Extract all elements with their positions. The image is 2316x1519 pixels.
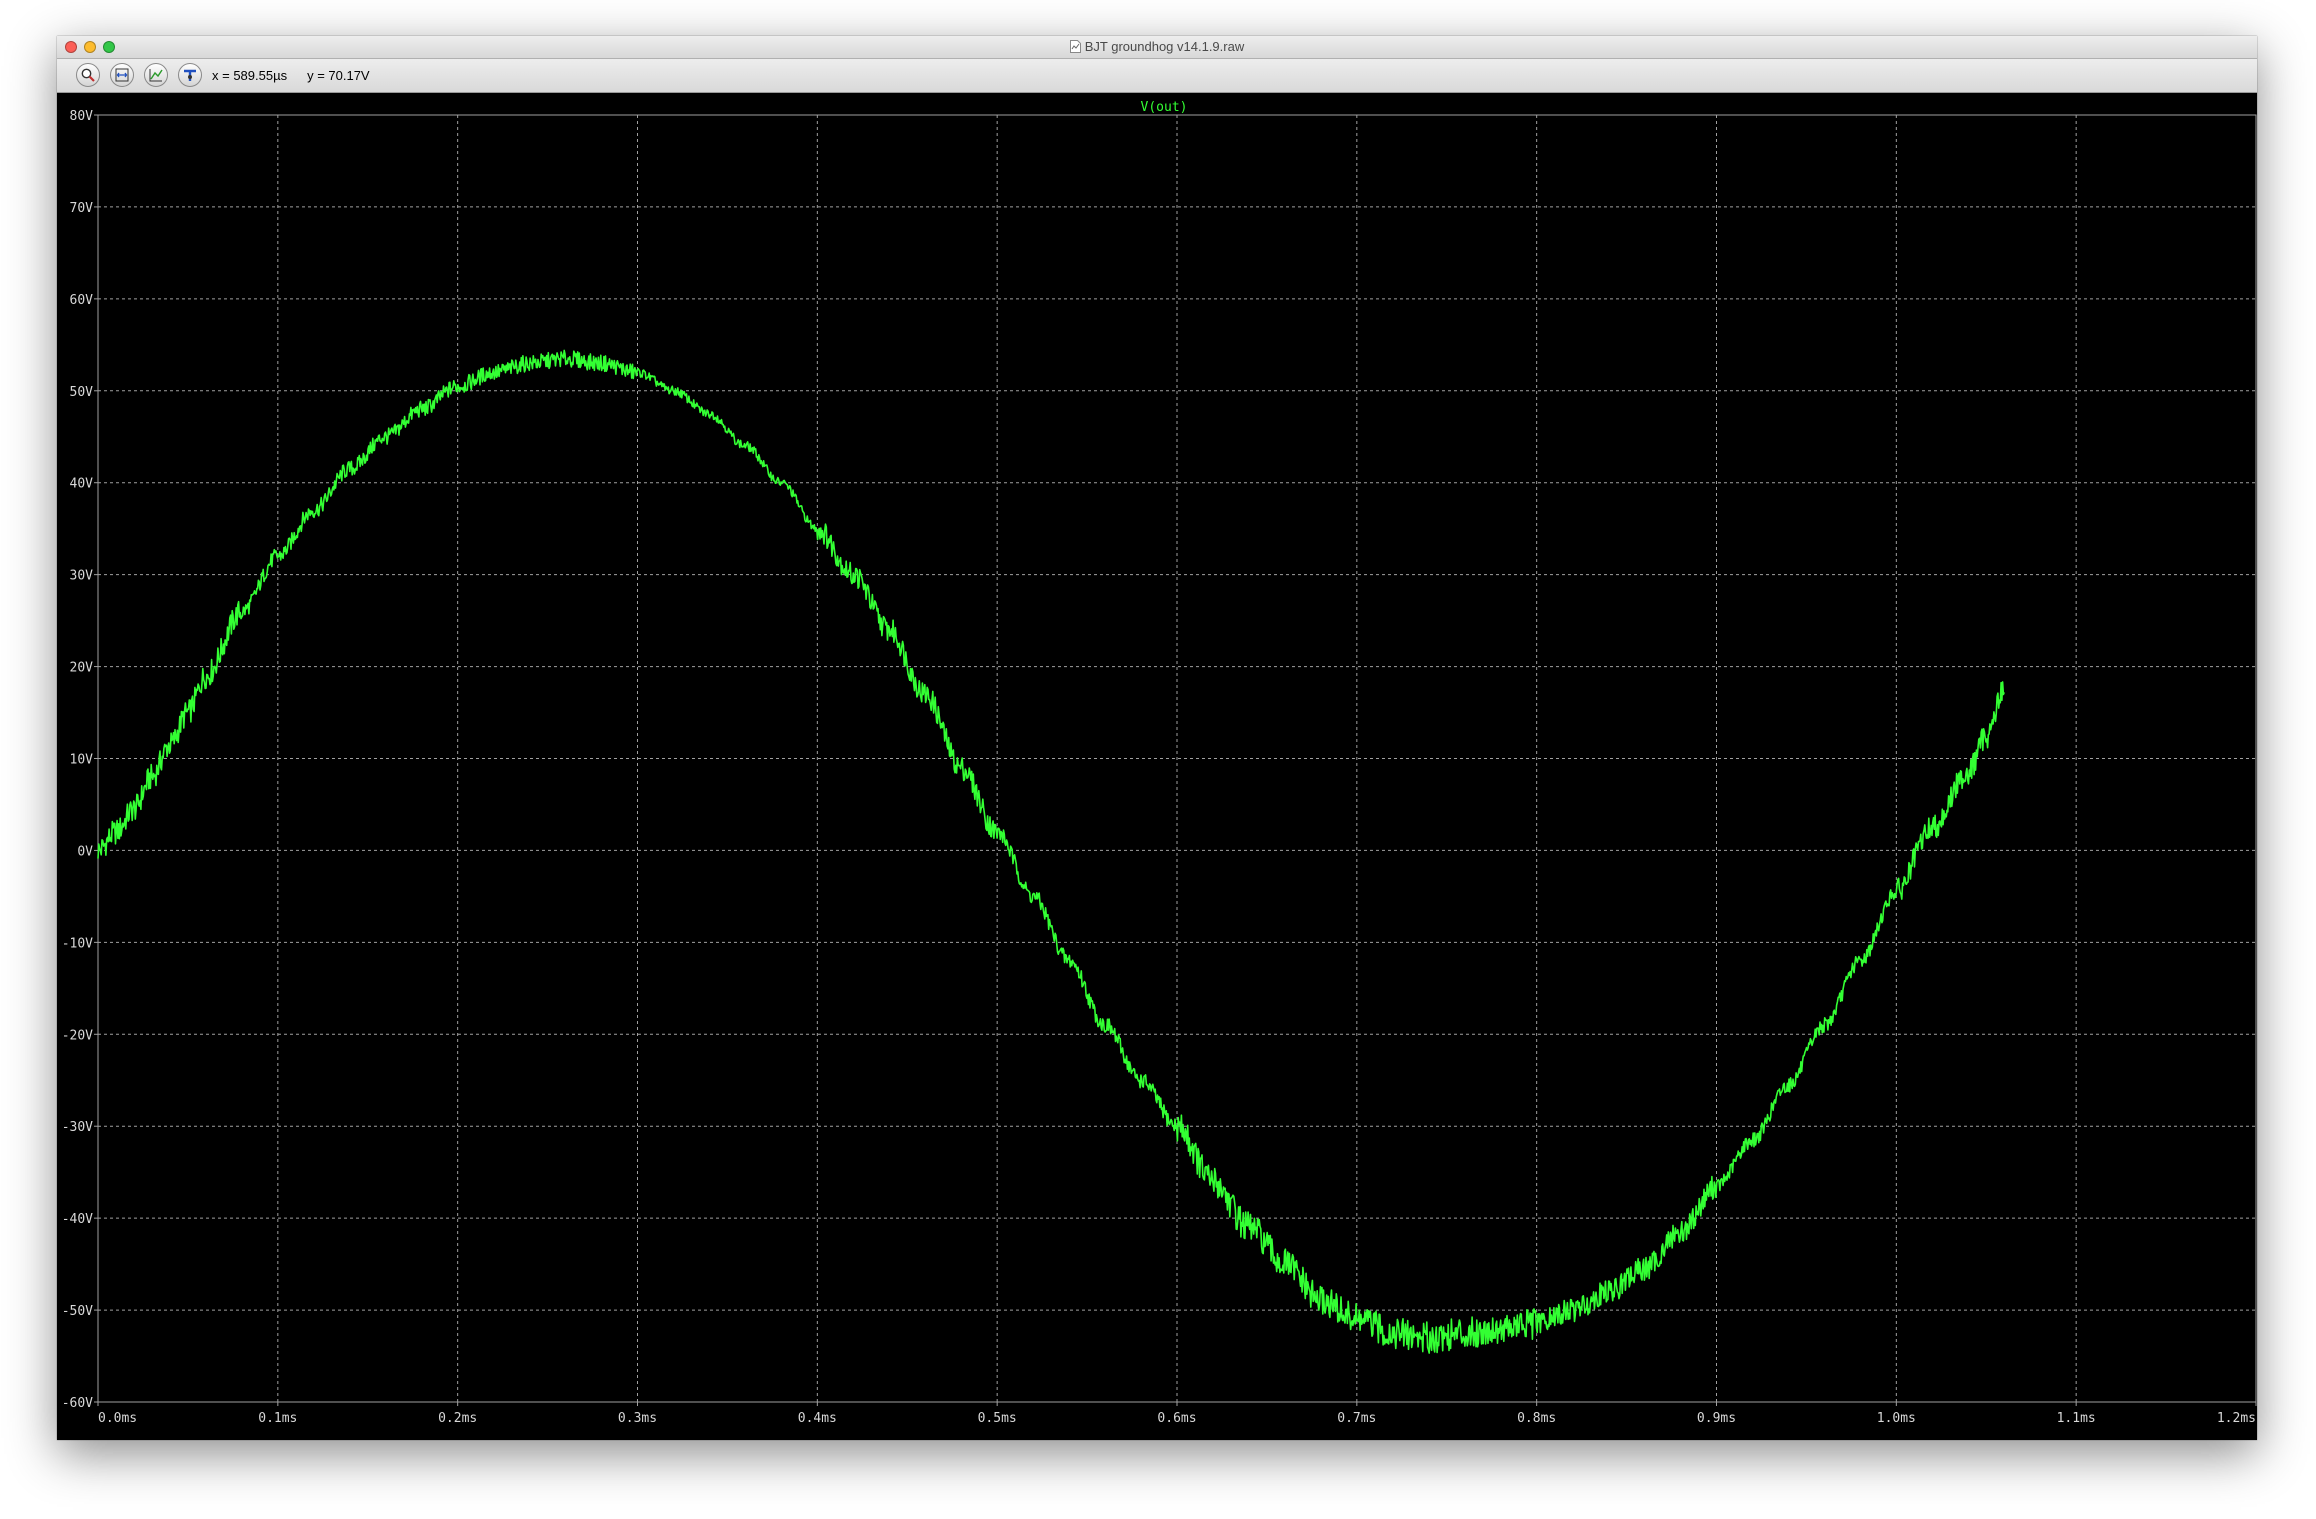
plot-area[interactable]: 80V 70V 60V 50V 40V 30V 20V 10V 0V -10V -20V -30V -4… xyxy=(57,93,2257,1440)
y-tick-label: 40V xyxy=(70,477,94,492)
x-tick-label: 0.7ms xyxy=(1337,1411,1376,1426)
plot-background xyxy=(57,93,2257,1440)
window-title-wrap: BJT groundhog v14.1.9.raw xyxy=(57,39,2257,54)
document-icon xyxy=(1069,40,1081,53)
y-tick-label: 10V xyxy=(70,753,94,768)
y-tick-label: -20V xyxy=(62,1028,93,1043)
autorange-icon[interactable] xyxy=(110,63,134,87)
y-tick-label: 20V xyxy=(70,661,94,676)
waveform-window: BJT groundhog v14.1.9.raw x = 589.55µs y … xyxy=(57,36,2257,1440)
plot-toolbar: x = 589.55µs y = 70.17V xyxy=(57,59,2257,93)
y-tick-label: 50V xyxy=(70,385,94,400)
y-tick-label: -10V xyxy=(62,936,93,951)
cursor-y-readout: y = 70.17V xyxy=(307,68,370,83)
y-tick-label: 80V xyxy=(70,109,94,124)
cursor-readout: x = 589.55µs y = 70.17V xyxy=(212,68,390,83)
x-tick-label: 1.1ms xyxy=(2057,1411,2096,1426)
x-tick-label: 0.0ms xyxy=(98,1411,137,1426)
title-bar: BJT groundhog v14.1.9.raw xyxy=(57,36,2257,59)
zoom-icon[interactable] xyxy=(76,63,100,87)
y-tick-label: -50V xyxy=(62,1304,93,1319)
x-tick-label: 0.9ms xyxy=(1697,1411,1736,1426)
x-tick-label: 0.6ms xyxy=(1157,1411,1196,1426)
y-tick-label: -60V xyxy=(62,1396,93,1411)
x-tick-label: 0.5ms xyxy=(978,1411,1017,1426)
x-tick-label: 1.0ms xyxy=(1877,1411,1916,1426)
y-tick-label: 30V xyxy=(70,569,94,584)
y-tick-label: 70V xyxy=(70,201,94,216)
x-tick-label: 0.3ms xyxy=(618,1411,657,1426)
x-tick-label: 0.2ms xyxy=(438,1411,477,1426)
y-tick-label: -30V xyxy=(62,1120,93,1135)
x-tick-label: 1.2ms xyxy=(2217,1411,2256,1426)
y-tick-label: -40V xyxy=(62,1212,93,1227)
x-tick-label: 0.1ms xyxy=(258,1411,297,1426)
window-title: BJT groundhog v14.1.9.raw xyxy=(1084,39,1245,54)
trace-label[interactable]: V(out) xyxy=(1141,100,1188,115)
x-tick-label: 0.8ms xyxy=(1517,1411,1556,1426)
cursor-x-readout: x = 589.55µs xyxy=(212,68,288,83)
pan-icon[interactable] xyxy=(178,63,202,87)
fit-icon[interactable] xyxy=(144,63,168,87)
y-tick-label: 0V xyxy=(77,844,93,859)
x-tick-label: 0.4ms xyxy=(798,1411,837,1426)
y-tick-label: 60V xyxy=(70,293,94,308)
